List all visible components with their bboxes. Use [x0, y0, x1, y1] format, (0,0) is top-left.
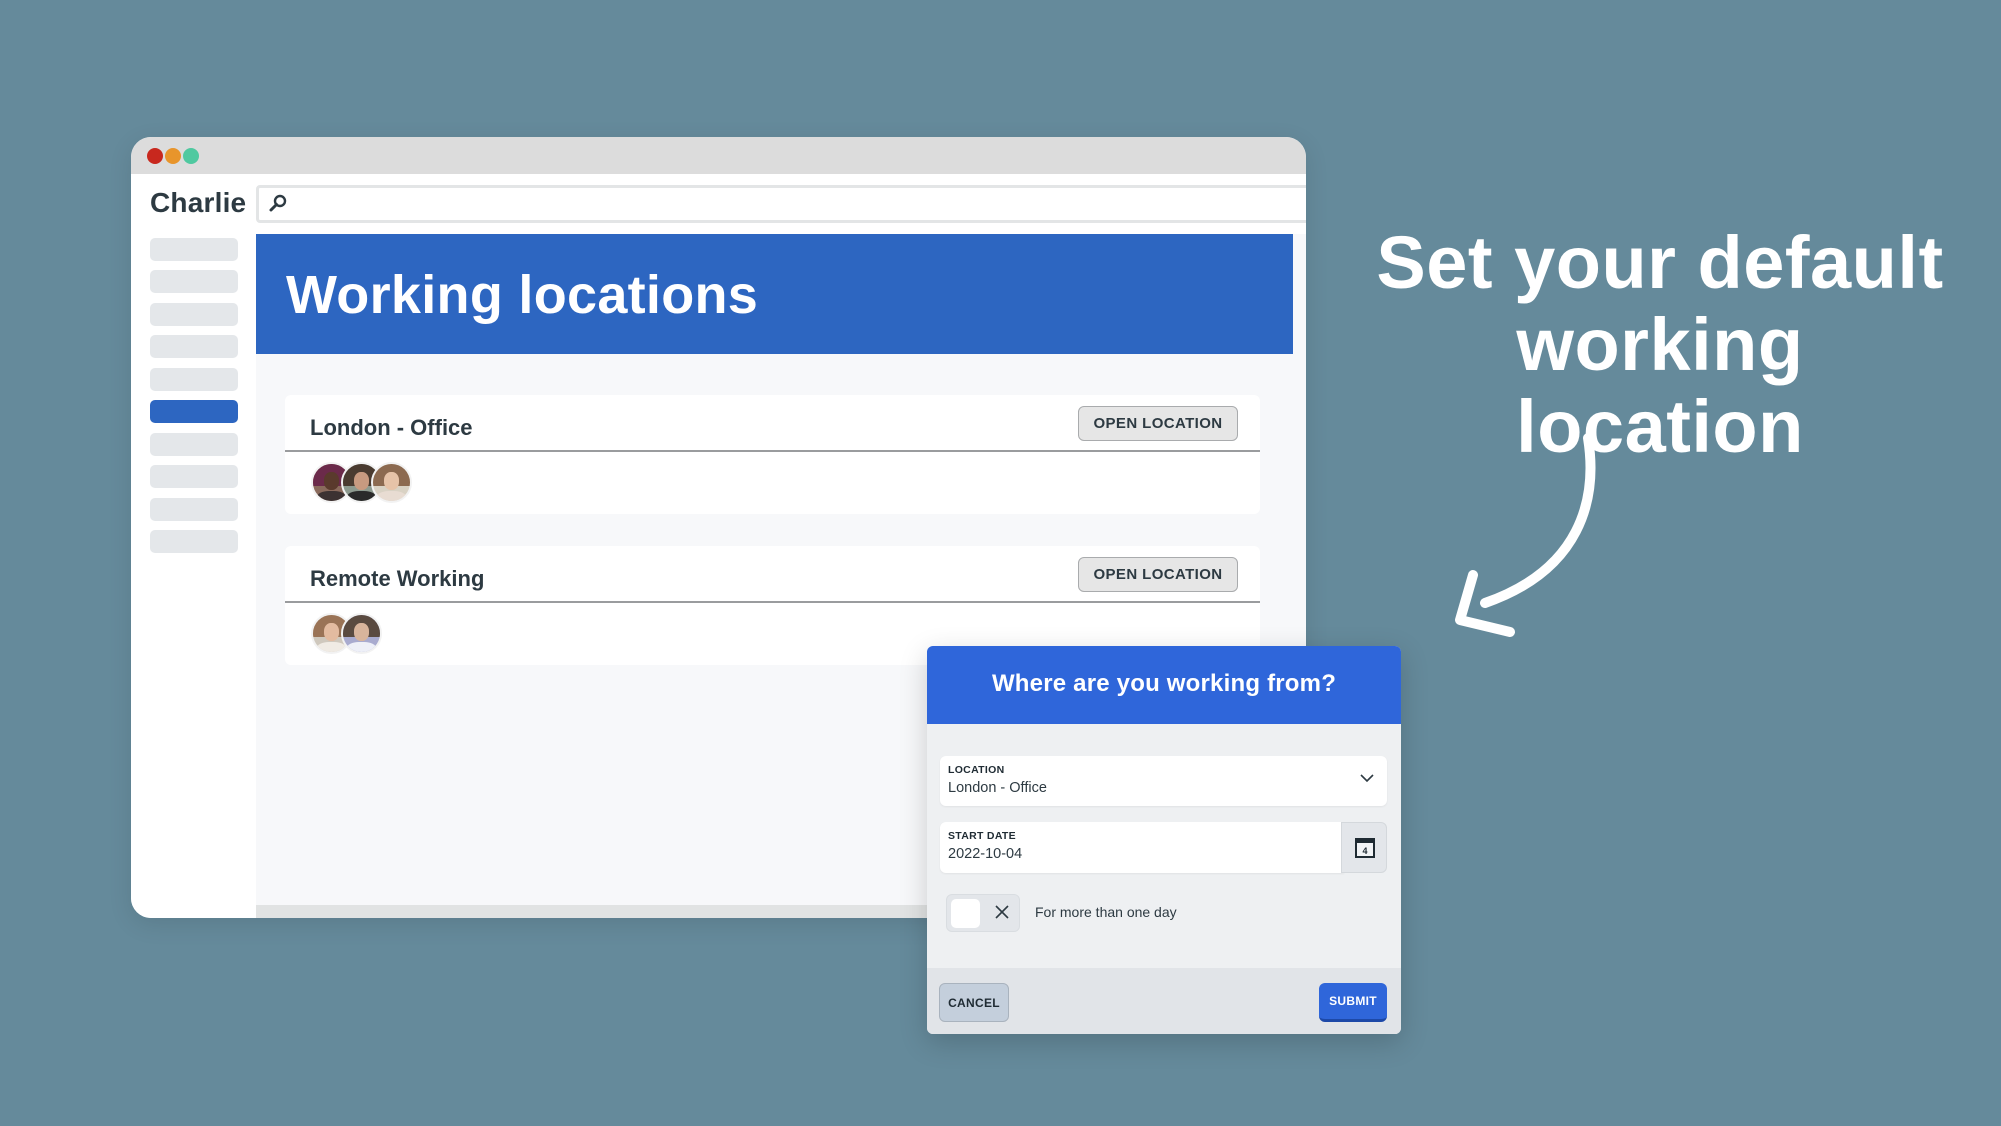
- sidebar-item[interactable]: [150, 465, 238, 488]
- location-label: LOCATION: [948, 764, 1005, 776]
- location-value: London - Office: [948, 780, 1047, 796]
- sidebar-item[interactable]: [150, 498, 238, 521]
- avatar[interactable]: [371, 462, 412, 503]
- toggle-knob: [951, 899, 980, 928]
- calendar-day-text: 4: [1362, 846, 1367, 856]
- open-location-button[interactable]: OPEN LOCATION: [1078, 406, 1238, 441]
- start-date-input[interactable]: START DATE 2022-10-04: [940, 822, 1344, 873]
- dialog-header: Where are you working from?: [927, 646, 1401, 724]
- calendar-button[interactable]: 4: [1341, 822, 1387, 873]
- sidebar-item-active[interactable]: [150, 400, 238, 423]
- location-select[interactable]: LOCATION London - Office: [940, 756, 1387, 806]
- location-card-header: Remote Working OPEN LOCATION: [285, 546, 1260, 603]
- calendar-icon: 4: [1355, 838, 1375, 858]
- maximize-window-dot-icon[interactable]: [183, 148, 199, 164]
- sidebar-item[interactable]: [150, 238, 238, 261]
- location-card: London - Office OPEN LOCATION: [285, 395, 1260, 514]
- dialog-footer: CANCEL SUBMIT: [927, 968, 1401, 1034]
- avatar[interactable]: [341, 613, 382, 654]
- multi-day-toggle[interactable]: [946, 894, 1020, 932]
- app-logo: Charlie: [150, 187, 247, 218]
- page-title: Working locations: [286, 265, 759, 325]
- search-input[interactable]: [256, 185, 1306, 223]
- chevron-down-icon: [1360, 774, 1374, 783]
- start-date-value: 2022-10-04: [948, 846, 1023, 862]
- location-name: London - Office: [310, 415, 473, 440]
- open-location-button[interactable]: OPEN LOCATION: [1078, 557, 1238, 592]
- search-icon: [269, 194, 287, 212]
- avatar-group: [285, 452, 1260, 514]
- headline-line-1: Set your default: [1376, 221, 1944, 304]
- sidebar-item[interactable]: [150, 335, 238, 358]
- minimize-window-dot-icon[interactable]: [165, 148, 181, 164]
- sidebar: [131, 223, 256, 918]
- window-titlebar: [131, 137, 1306, 174]
- location-name: Remote Working: [310, 566, 485, 591]
- close-x-icon: [995, 905, 1009, 919]
- dialog-title: Where are you working from?: [991, 670, 1337, 697]
- sidebar-item[interactable]: [150, 303, 238, 326]
- working-location-dialog: Where are you working from? LOCATION Lon…: [927, 646, 1401, 1034]
- sidebar-item[interactable]: [150, 368, 238, 391]
- page-header: Working locations: [256, 234, 1293, 354]
- close-window-dot-icon[interactable]: [147, 148, 163, 164]
- curved-arrow-icon: [1455, 433, 1596, 637]
- sidebar-item[interactable]: [150, 530, 238, 553]
- sidebar-item[interactable]: [150, 433, 238, 456]
- location-card-header: London - Office OPEN LOCATION: [285, 395, 1260, 452]
- start-date-label: START DATE: [948, 830, 1016, 842]
- cancel-button[interactable]: CANCEL: [939, 983, 1009, 1022]
- submit-button[interactable]: SUBMIT: [1319, 983, 1387, 1022]
- sidebar-item[interactable]: [150, 270, 238, 293]
- multi-day-label: For more than one day: [1035, 904, 1177, 920]
